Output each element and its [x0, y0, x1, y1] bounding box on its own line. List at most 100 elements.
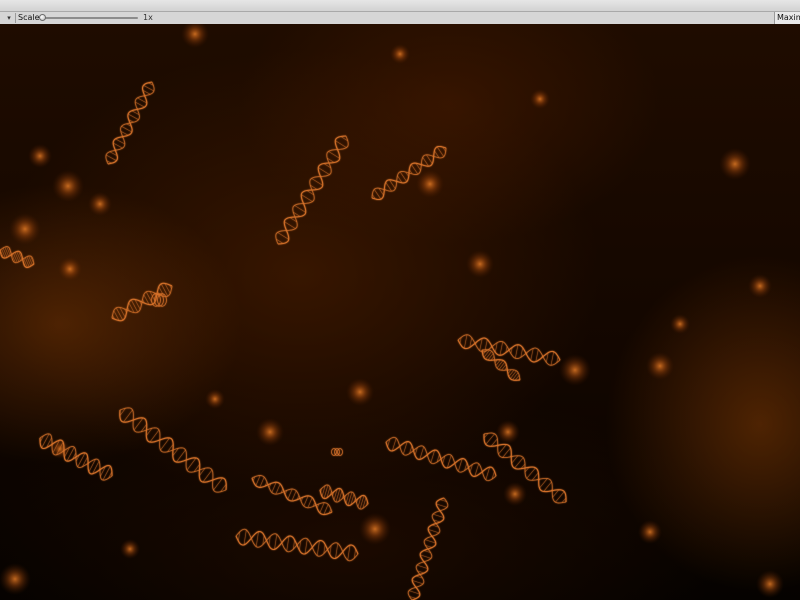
dna-helix [105, 81, 155, 165]
game-view-toolbar: ▾ Scale 1x Maxim [0, 0, 800, 24]
dna-rung [487, 353, 494, 361]
dna-helix [0, 246, 35, 268]
dna-helix [385, 436, 497, 482]
dna-rung [271, 482, 277, 493]
dna-rung [277, 232, 289, 240]
dna-rung [436, 146, 445, 157]
dna-coil [334, 448, 340, 456]
dna-rung [373, 189, 382, 200]
dna-rung [493, 359, 495, 361]
scale-value: 1x [143, 13, 153, 22]
dna-helix [275, 135, 349, 245]
dna-rung [105, 154, 117, 161]
toolbar-divider [15, 13, 16, 23]
dna-backbone [251, 474, 333, 513]
dna-rung [555, 491, 565, 503]
dna-backbone [39, 433, 113, 481]
dna-rung [508, 369, 515, 377]
dna-rung [515, 344, 519, 359]
dna-helix [319, 484, 369, 510]
dna-rung [303, 495, 309, 507]
dna-backbone [481, 349, 521, 381]
dna-rung [307, 497, 313, 508]
dna-helix [483, 432, 567, 504]
dna-rung [286, 536, 290, 552]
dna-coil [331, 448, 337, 456]
dna-rung [255, 475, 261, 486]
dna-rung [316, 540, 320, 556]
dna-rung [485, 351, 492, 360]
dna-rung [127, 113, 139, 120]
dna-rung [530, 348, 534, 361]
dna-helix [457, 334, 561, 366]
dna-rung [287, 488, 293, 500]
scale-label: Scale [18, 13, 40, 22]
dna-rung [291, 490, 297, 502]
dna-rung [115, 307, 124, 321]
dna-rung [535, 349, 539, 362]
dna-rung [485, 433, 495, 445]
dna-backbone [105, 81, 155, 165]
dna-rung [259, 476, 265, 488]
dna-rung [496, 360, 504, 369]
game-view-window: ▾ Scale 1x Maxim [0, 0, 800, 600]
game-viewport[interactable] [0, 24, 800, 600]
dna-rung [304, 538, 308, 554]
dna-rung [121, 126, 133, 133]
dna-backbone [481, 349, 521, 381]
dna-rung [410, 164, 419, 175]
dna-rung [255, 531, 259, 547]
dna-backbone [483, 432, 567, 504]
dna-rung [347, 545, 351, 561]
dna-rung [318, 167, 330, 175]
dna-helix [119, 407, 227, 493]
dna-rung [311, 178, 323, 186]
dna-rung [499, 341, 503, 356]
dna-rung [319, 502, 325, 514]
dna-rung [539, 478, 548, 489]
dna-strands-layer [0, 81, 567, 600]
dna-backbone [251, 477, 333, 516]
dna-rung [335, 543, 339, 559]
dna-rung [507, 369, 509, 371]
dna-rung [510, 370, 517, 379]
dna-rung [274, 534, 278, 550]
dna-rung [479, 338, 483, 351]
toolbar-dropdown-icon[interactable]: ▾ [4, 13, 14, 23]
dna-backbone [457, 334, 561, 366]
dna-helix [481, 349, 521, 381]
dna-rung [25, 255, 31, 268]
dna-rung [498, 444, 507, 455]
dna-rung [3, 246, 9, 259]
dna-helix [251, 474, 333, 516]
dna-rung [498, 361, 506, 370]
scale-slider-track[interactable] [42, 17, 138, 19]
dna-rung [130, 299, 139, 313]
toolbar-title-strip [0, 0, 800, 12]
dna-rung [514, 457, 524, 469]
dna-rung [502, 447, 511, 458]
dna-rung [328, 151, 340, 159]
dna-rung [543, 481, 552, 492]
dna-rung [323, 504, 329, 515]
dna-rung [275, 483, 281, 495]
dna-rung [301, 194, 313, 202]
dna-backbone [275, 135, 349, 245]
dna-helix [371, 145, 447, 201]
dna-helix [407, 497, 449, 600]
dna-rung [284, 221, 296, 229]
dna-helix [235, 528, 359, 562]
dna-backbone [119, 407, 227, 493]
dna-rung [464, 334, 468, 349]
dna-backbone [371, 147, 447, 199]
dna-rung [526, 467, 536, 479]
dna-helix [39, 433, 113, 481]
dna-rung [335, 140, 347, 148]
scale-slider-thumb[interactable] [39, 14, 46, 21]
dna-rung [143, 85, 155, 92]
dna-rung [512, 372, 519, 381]
dna-rung [550, 351, 554, 366]
maximize-on-play-button[interactable]: Maxim [774, 12, 800, 24]
dna-rung [243, 529, 247, 545]
dna-rung [294, 205, 306, 213]
